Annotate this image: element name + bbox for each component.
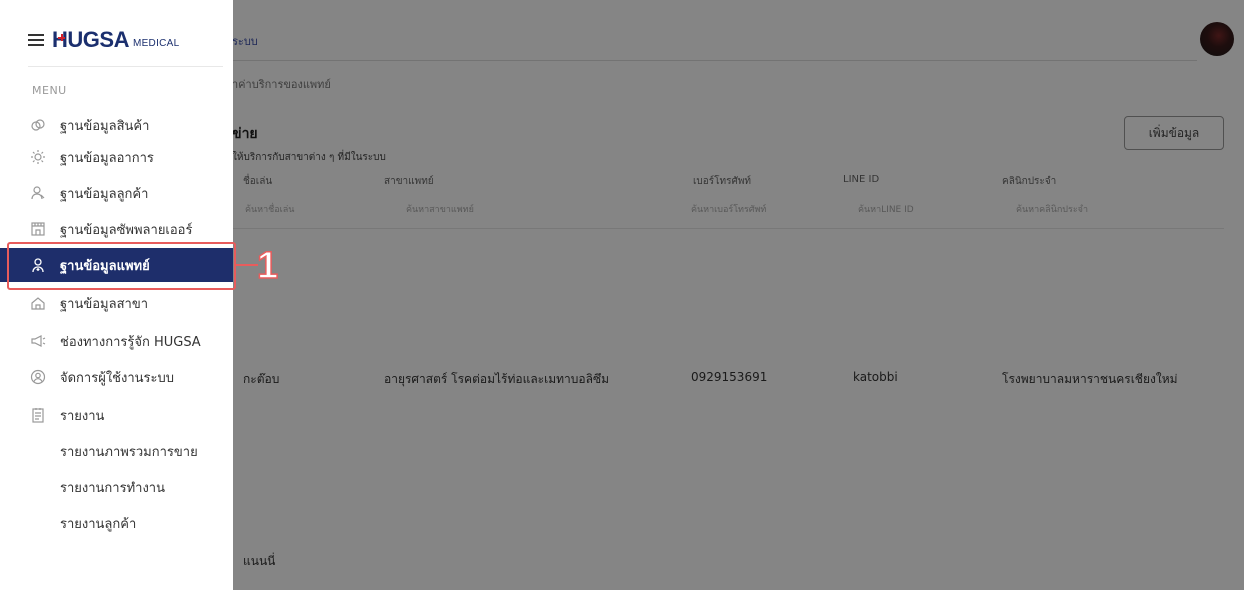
callout-highlight-box <box>7 242 236 290</box>
symptoms-icon <box>28 147 48 167</box>
sidebar-subitem-sales-overview[interactable]: รายงานภาพรวมการขาย <box>60 441 198 462</box>
logo: H UGSA <box>52 27 129 53</box>
sidebar-item-suppliers[interactable]: ฐานข้อมูลซัพพลายเออร์ <box>0 212 233 246</box>
sidebar-item-customers[interactable]: ฐานข้อมูลลูกค้า <box>0 176 233 210</box>
logo-divider <box>28 66 223 67</box>
menu-section-label: MENU <box>32 84 67 97</box>
sidebar-item-label: ช่องทางการรู้จัก HUGSA <box>60 334 201 350</box>
sidebar-item-label: ฐานข้อมูลลูกค้า <box>60 186 149 202</box>
logo-text: H UGSA <box>52 27 129 52</box>
megaphone-icon <box>28 331 48 351</box>
products-icon <box>28 115 48 135</box>
sidebar-item-products[interactable]: ฐานข้อมูลสินค้า <box>0 108 233 142</box>
logo-cross-icon <box>58 34 65 41</box>
logo-subtext: MEDICAL <box>132 37 180 49</box>
sidebar-item-reports[interactable]: รายงาน <box>0 398 233 432</box>
callout-number: 1 <box>256 244 279 288</box>
sidebar-item-branches[interactable]: ฐานข้อมูลสาขา <box>0 286 233 320</box>
user-circle-icon <box>28 367 48 387</box>
home-icon <box>28 293 48 313</box>
callout-connector <box>236 264 258 266</box>
sidebar-subitem-work-report[interactable]: รายงานการทำงาน <box>60 477 165 498</box>
sidebar: H UGSA MEDICAL MENU ฐานข้อมูลสินค้า ฐานข้… <box>0 0 233 590</box>
sidebar-item-label: จัดการผู้ใช้งานระบบ <box>60 370 175 386</box>
sidebar-item-label: รายงาน <box>60 408 105 424</box>
sidebar-item-channels[interactable]: ช่องทางการรู้จัก HUGSA <box>0 324 233 358</box>
sidebar-subitem-customer-report[interactable]: รายงานลูกค้า <box>60 513 136 534</box>
sidebar-item-label: ฐานข้อมูลซัพพลายเออร์ <box>60 222 193 238</box>
supplier-icon <box>28 219 48 239</box>
customer-icon <box>28 183 48 203</box>
hamburger-menu-icon[interactable] <box>28 34 44 46</box>
sidebar-item-label: ฐานข้อมูลสาขา <box>60 296 149 312</box>
sidebar-item-user-management[interactable]: จัดการผู้ใช้งานระบบ <box>0 360 233 394</box>
sidebar-item-label: ฐานข้อมูลอาการ <box>60 150 154 166</box>
report-icon <box>28 405 48 425</box>
logo-row: H UGSA MEDICAL <box>28 24 180 56</box>
sidebar-item-symptoms[interactable]: ฐานข้อมูลอาการ <box>0 140 233 174</box>
sidebar-item-label: ฐานข้อมูลสินค้า <box>60 118 150 134</box>
